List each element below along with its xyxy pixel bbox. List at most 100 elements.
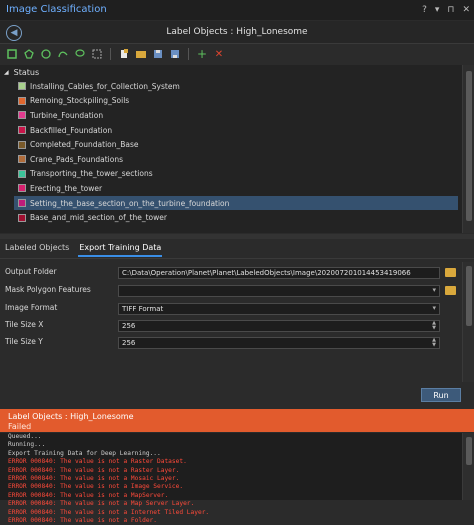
tabs-divider (0, 258, 474, 259)
class-color-swatch (18, 199, 26, 208)
pane-header: Label Objects : High_Lonesome ◀ (0, 21, 474, 44)
close-icon[interactable]: ✕ (462, 5, 470, 15)
splitter[interactable] (0, 234, 474, 239)
window-titlebar: Image Classification ? ▾ ⊓ ✕ (0, 0, 474, 20)
tree-item[interactable]: Remoing_Stockpiling_Soils (18, 94, 458, 109)
tile-size-y-value: 256 (122, 339, 136, 347)
status-banner: Label Objects : High_Lonesome Failed (0, 409, 474, 432)
log-line: Queued... (8, 433, 42, 440)
tile-size-y-input[interactable]: 256 ▲ ▼ (118, 337, 440, 349)
freehand-tool-icon[interactable] (57, 48, 69, 60)
lasso-tool-icon[interactable] (74, 48, 86, 60)
tree-item[interactable]: Completed_Foundation_Base (18, 137, 458, 152)
tree-item[interactable]: Setting_the_base_section_on_the_turbine_… (14, 195, 458, 211)
log-line: Running... (8, 441, 46, 449)
log-error-line: ERROR 000840: The value is not a Mosaic … (8, 475, 180, 483)
rectangle-tool-icon[interactable] (6, 48, 18, 60)
save-icon[interactable] (152, 48, 164, 60)
back-icon[interactable]: ◀ (6, 25, 22, 41)
toolbar-separator (110, 48, 111, 60)
tab-labeled-objects[interactable]: Labeled Objects (4, 241, 70, 257)
class-color-swatch (18, 126, 26, 135)
class-color-swatch (18, 96, 26, 105)
polygon-tool-icon[interactable] (23, 48, 35, 60)
remove-class-icon[interactable]: ✕ (213, 48, 225, 60)
collapse-triangle-icon[interactable]: ◢ (4, 69, 9, 76)
tile-size-y-label: Tile Size Y (5, 337, 43, 346)
options-dropdown-icon[interactable]: ▾ (435, 5, 440, 15)
tree-root-label: Status (13, 68, 40, 77)
dropdown-arrow-icon[interactable]: ▾ (432, 287, 436, 294)
select-tool-icon[interactable] (91, 48, 103, 60)
open-folder-icon[interactable] (135, 48, 147, 60)
class-color-swatch (18, 184, 26, 193)
new-schema-icon[interactable] (118, 48, 130, 60)
log-error-line: ERROR 000840: The value is not a Map Ser… (8, 500, 195, 508)
tree-item-label: Turbine_Foundation (30, 110, 104, 120)
spinner-arrows-icon[interactable]: ▲ ▼ (432, 321, 436, 331)
class-color-swatch (18, 82, 26, 91)
export-form: Output Folder C:\Data\Operation\Planet\P… (0, 262, 474, 402)
tree-item-label: Crane_Pads_Foundations (30, 154, 124, 164)
save-as-icon[interactable] (169, 48, 181, 60)
log-line: Export Training Data for Deep Learning..… (8, 449, 161, 457)
help-icon[interactable]: ? (422, 5, 427, 15)
tree-item-label: Remoing_Stockpiling_Soils (30, 96, 130, 106)
tree-item[interactable]: Erecting_the_tower (18, 181, 458, 196)
tree-item-label: Base_and_mid_section_of_the_tower (30, 213, 167, 223)
window-controls: ? ▾ ⊓ ✕ (422, 5, 470, 15)
log-error-line: ERROR 000840: The value is not a Folder. (8, 517, 158, 525)
tree-item-label: Transporting_the_tower_sections (30, 169, 153, 179)
log-scrollbar[interactable] (462, 433, 474, 500)
class-color-swatch (18, 155, 26, 164)
add-class-icon[interactable]: + (196, 47, 208, 61)
tree-item-label: Setting_the_base_section_on_the_turbine_… (30, 198, 230, 208)
status-state: Failed (8, 422, 32, 431)
window-title: Image Classification (6, 4, 107, 15)
dropdown-arrow-icon[interactable]: ▾ (432, 305, 436, 312)
tree-item[interactable]: Transporting_the_tower_sections (18, 167, 458, 182)
output-folder-label: Output Folder (5, 267, 57, 276)
pin-icon[interactable]: ⊓ (447, 5, 454, 15)
run-button[interactable]: Run (421, 388, 461, 402)
class-color-swatch (18, 213, 26, 222)
output-folder-input[interactable]: C:\Data\Operation\Planet\Planet\LabeledO… (118, 267, 440, 279)
tile-size-x-value: 256 (122, 322, 136, 330)
tree-item-label: Completed_Foundation_Base (30, 140, 139, 150)
tree-item[interactable]: Backfilled_Foundation (18, 123, 458, 138)
tree-item[interactable]: Turbine_Foundation (18, 108, 458, 123)
toolbar-separator (188, 48, 189, 60)
class-tree: ◢ Status Installing_Cables_for_Collectio… (0, 65, 462, 233)
tile-size-x-input[interactable]: 256 ▲ ▼ (118, 320, 440, 332)
form-scrollbar[interactable] (462, 262, 474, 382)
tree-scroll-thumb[interactable] (466, 71, 472, 221)
tree-item[interactable]: Crane_Pads_Foundations (18, 152, 458, 167)
log-error-line: ERROR 000840: The value is not a Raster … (8, 466, 180, 474)
tree-item-label: Installing_Cables_for_Collection_System (30, 81, 180, 91)
image-format-select[interactable]: TIFF Format ▾ (118, 303, 440, 315)
tab-strip: Labeled Objects Export Training Data (0, 241, 474, 257)
spinner-arrows-icon[interactable]: ▲ ▼ (432, 338, 436, 348)
class-color-swatch (18, 169, 26, 178)
pane-title: Label Objects : High_Lonesome (166, 27, 308, 37)
tree-item-label: Erecting_the_tower (30, 183, 103, 193)
browse-folder-icon[interactable] (445, 268, 456, 277)
tree-item-label: Backfilled_Foundation (30, 125, 113, 135)
form-scroll-thumb[interactable] (466, 266, 472, 326)
circle-tool-icon[interactable] (40, 48, 52, 60)
tree-scrollbar[interactable] (462, 65, 474, 233)
mask-polygon-select[interactable]: ▾ (118, 285, 440, 297)
browse-mask-icon[interactable] (445, 286, 456, 295)
log-scroll-thumb[interactable] (466, 437, 472, 465)
message-log: Queued... Running... Export Training Data … (0, 433, 474, 524)
log-error-line: ERROR 000840: The value is not a Raster … (8, 458, 187, 466)
image-format-value: TIFF Format (122, 305, 164, 313)
tab-export-training-data[interactable]: Export Training Data (78, 241, 163, 257)
tree-item[interactable]: Base_and_mid_section_of_the_tower (18, 210, 458, 225)
class-color-swatch (18, 140, 26, 149)
log-error-line: ERROR 000840: The value is not a Image S… (8, 483, 184, 491)
tree-item[interactable]: Installing_Cables_for_Collection_System (18, 79, 458, 94)
class-color-swatch (18, 111, 26, 120)
log-error-line: ERROR 000840: The value is not a MapServ… (8, 491, 169, 499)
tree-root[interactable]: ◢ Status (4, 68, 39, 77)
